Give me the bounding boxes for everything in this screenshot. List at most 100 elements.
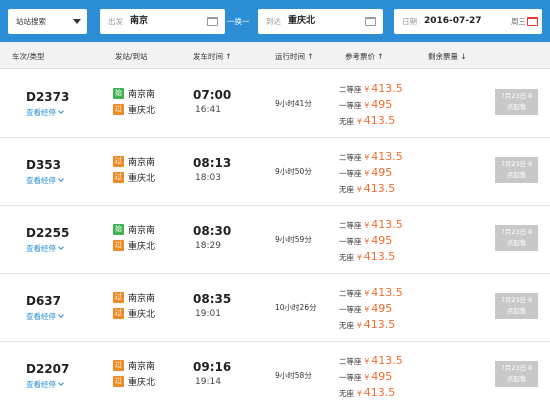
passing-badge: 过: [113, 376, 124, 387]
seat-price-row: 无座 ¥413.5: [339, 386, 395, 399]
passing-badge: 过: [113, 308, 124, 319]
presale-label: 点起售: [506, 103, 527, 111]
seat-price: 413.5: [363, 250, 396, 263]
table-row: D637 查看经停 过 南京南 过 重庆北 08:35 19:01 10小时26…: [0, 274, 550, 342]
seat-class: 二等座: [339, 289, 362, 298]
seat-price-row: 二等座 ¥413.5: [339, 218, 403, 231]
arrival-time: 19:14: [195, 377, 221, 387]
arrival-time: 18:03: [195, 173, 221, 183]
presale-label: 点起售: [506, 375, 527, 383]
train-number[interactable]: D353: [26, 158, 61, 172]
departure-time: 08:30: [193, 224, 232, 238]
view-stops-link[interactable]: 查看经停: [26, 107, 64, 118]
to-station-field[interactable]: 到达 重庆北: [258, 9, 383, 34]
table-header: 车次/类型 发站/到站 发车时间 ↑ 运行时间 ↑ 参考票价 ↑ 剩余票量 ↓: [0, 42, 550, 69]
seat-price-row: 二等座 ¥413.5: [339, 150, 403, 163]
view-stops-link[interactable]: 查看经停: [26, 243, 64, 254]
presale-label: 点起售: [506, 171, 527, 179]
to-label: 到达: [266, 17, 281, 26]
passing-badge: 过: [113, 360, 124, 371]
passing-badge: 过: [113, 104, 124, 115]
seat-class: 无座: [339, 389, 354, 398]
seat-price-row: 二等座 ¥413.5: [339, 286, 403, 299]
calendar-icon[interactable]: [527, 17, 538, 26]
yen-sign: ¥: [364, 221, 370, 230]
seat-class: 二等座: [339, 85, 362, 94]
passing-badge: 过: [113, 240, 124, 251]
yen-sign: ¥: [364, 169, 370, 178]
to-value: 重庆北: [288, 16, 316, 26]
presale-button[interactable]: 7月23日 8 点起售: [495, 157, 538, 183]
station-picker-icon[interactable]: [365, 17, 376, 26]
presale-button[interactable]: 7月23日 8 点起售: [495, 225, 538, 251]
yen-sign: ¥: [357, 117, 362, 126]
departure-station: 南京南: [128, 158, 156, 168]
presale-button[interactable]: 7月23日 8 点起售: [495, 361, 538, 387]
chevron-down-icon: [58, 380, 64, 386]
seat-class: 一等座: [339, 305, 362, 314]
table-row: D2255 查看经停 始 南京南 过 重庆北 08:30 18:29 9小时59…: [0, 206, 550, 274]
view-stops-link[interactable]: 查看经停: [26, 311, 64, 322]
seat-class: 一等座: [339, 169, 362, 178]
view-stops-link[interactable]: 查看经停: [26, 379, 64, 390]
table-row: D2373 查看经停 始 南京南 过 重庆北 07:00 16:41 9小时41…: [0, 70, 550, 138]
seat-price-row: 无座 ¥413.5: [339, 250, 395, 263]
seat-price-row: 一等座 ¥495: [339, 166, 392, 179]
seat-price-row: 一等座 ¥495: [339, 98, 392, 111]
view-stops-label: 查看经停: [26, 244, 56, 253]
chevron-down-icon: [58, 108, 64, 114]
seat-price-row: 无座 ¥413.5: [339, 318, 395, 331]
yen-sign: ¥: [364, 373, 370, 382]
origin-badge: 始: [113, 224, 124, 235]
swap-stations-button[interactable]: 一换一: [227, 9, 250, 34]
seat-price-row: 一等座 ¥495: [339, 302, 392, 315]
chevron-down-icon: [58, 312, 64, 318]
departure-station: 南京南: [128, 226, 156, 236]
seat-price: 495: [371, 370, 393, 383]
seat-price: 413.5: [363, 318, 396, 331]
seat-price: 495: [371, 302, 393, 315]
yen-sign: ¥: [364, 357, 370, 366]
seat-price: 413.5: [371, 150, 403, 163]
seat-price: 413.5: [371, 286, 403, 299]
seat-class: 无座: [339, 253, 354, 262]
seat-class: 一等座: [339, 237, 362, 246]
yen-sign: ¥: [357, 185, 362, 194]
train-number[interactable]: D637: [26, 294, 61, 308]
from-station-field[interactable]: 出发 南京: [100, 9, 225, 34]
yen-sign: ¥: [364, 101, 370, 110]
presale-date: 7月23日 8: [500, 296, 533, 304]
arrival-station: 重庆北: [128, 378, 156, 388]
departure-station: 南京南: [128, 90, 156, 100]
col-depart-time[interactable]: 发车时间 ↑: [193, 51, 232, 62]
run-duration: 10小时26分: [275, 303, 317, 312]
seat-price: 413.5: [371, 82, 403, 95]
col-duration[interactable]: 运行时间 ↑: [275, 51, 314, 62]
search-mode-select[interactable]: 站站搜索: [8, 9, 87, 34]
date-label: 日期: [402, 17, 417, 26]
origin-badge: 始: [113, 88, 124, 99]
station-picker-icon[interactable]: [207, 17, 218, 26]
col-remaining[interactable]: 剩余票量 ↓: [428, 51, 467, 62]
passing-badge: 过: [113, 156, 124, 167]
col-train-type: 车次/类型: [12, 52, 45, 61]
seat-class: 二等座: [339, 221, 362, 230]
seat-price: 413.5: [363, 182, 396, 195]
seat-price: 413.5: [371, 354, 403, 367]
view-stops-link[interactable]: 查看经停: [26, 175, 64, 186]
date-field[interactable]: 日期 2016-07-27 周三: [394, 9, 542, 34]
presale-button[interactable]: 7月23日 8 点起售: [495, 89, 538, 115]
departure-station: 南京南: [128, 362, 156, 372]
departure-time: 08:35: [193, 292, 232, 306]
table-row: D353 查看经停 过 南京南 过 重庆北 08:13 18:03 9小时50分…: [0, 138, 550, 206]
presale-date: 7月23日 8: [500, 160, 533, 168]
presale-button[interactable]: 7月23日 8 点起售: [495, 293, 538, 319]
passing-badge: 过: [113, 292, 124, 303]
train-number[interactable]: D2373: [26, 90, 69, 104]
col-price[interactable]: 参考票价 ↑: [345, 51, 384, 62]
yen-sign: ¥: [364, 85, 370, 94]
run-duration: 9小时59分: [275, 235, 312, 244]
train-number[interactable]: D2255: [26, 226, 69, 240]
seat-class: 无座: [339, 185, 354, 194]
train-number[interactable]: D2207: [26, 362, 69, 376]
